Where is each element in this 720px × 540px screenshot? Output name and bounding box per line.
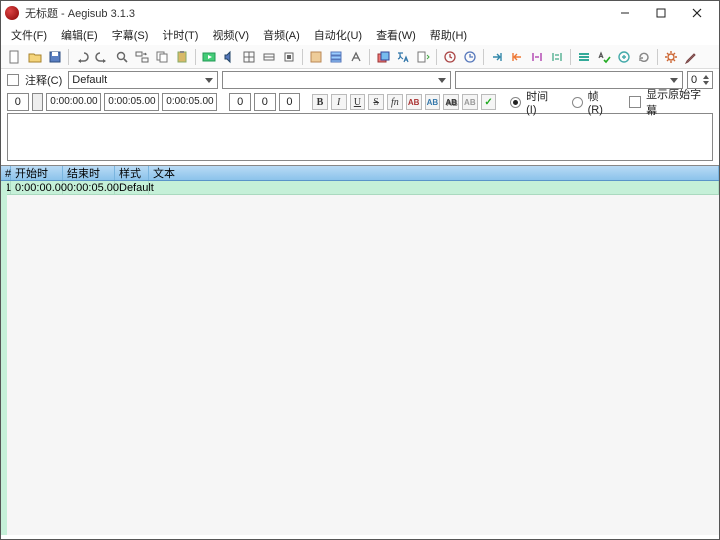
- subtitle-text-input[interactable]: [7, 113, 713, 161]
- paste-icon[interactable]: [173, 48, 191, 66]
- toggle-tags-icon[interactable]: [615, 48, 633, 66]
- open-video-icon[interactable]: [200, 48, 218, 66]
- col-header-text[interactable]: 文本: [149, 166, 719, 180]
- undo-icon[interactable]: [73, 48, 91, 66]
- frame-mode-label: 帧(R): [586, 88, 616, 116]
- margin-left-input[interactable]: 0: [229, 93, 251, 111]
- strike-button[interactable]: S: [368, 94, 384, 110]
- styling-assistant-icon[interactable]: [374, 48, 392, 66]
- spellcheck-icon[interactable]: [595, 48, 613, 66]
- copy-icon[interactable]: [153, 48, 171, 66]
- close-button[interactable]: [679, 1, 715, 25]
- open-file-icon[interactable]: [26, 48, 44, 66]
- edit-row-top: 注释(C) Default 0: [1, 69, 719, 91]
- grid-header: # 开始时间 结束时间 样式 文本: [1, 165, 719, 181]
- italic-button[interactable]: I: [331, 94, 347, 110]
- save-file-icon[interactable]: [46, 48, 64, 66]
- show-original-checkbox[interactable]: [629, 96, 641, 108]
- menu-subtitle[interactable]: 字幕(S): [106, 25, 155, 45]
- window-title: 无标题 - Aegisub 3.1.3: [25, 5, 607, 21]
- margin-right-input[interactable]: 0: [254, 93, 276, 111]
- attachments-icon[interactable]: [280, 48, 298, 66]
- menu-bar: 文件(F) 编辑(E) 字幕(S) 计时(T) 视频(V) 音频(A) 自动化(…: [1, 25, 719, 45]
- frame-mode-radio[interactable]: [572, 97, 583, 108]
- underline-button[interactable]: U: [350, 94, 366, 110]
- effect-combo[interactable]: [455, 71, 683, 89]
- paste-over-icon[interactable]: [414, 48, 432, 66]
- show-original-label: 显示原始字幕: [644, 86, 713, 118]
- minimize-button[interactable]: [607, 1, 643, 25]
- char-count-value: 0: [691, 74, 697, 86]
- open-audio-icon[interactable]: [220, 48, 238, 66]
- cell-text: [149, 181, 719, 194]
- fonts-collector-icon[interactable]: [347, 48, 365, 66]
- time-mode-radio[interactable]: [510, 97, 521, 108]
- shadow-color-button[interactable]: AB: [462, 94, 478, 110]
- col-header-style[interactable]: 样式: [115, 166, 149, 180]
- menu-timing[interactable]: 计时(T): [156, 25, 204, 45]
- grid-row[interactable]: 1 0:00:00.00 0:00:05.00 Default: [1, 181, 719, 195]
- layer-spin[interactable]: [32, 93, 44, 111]
- actor-combo[interactable]: [222, 71, 450, 89]
- new-file-icon[interactable]: [6, 48, 24, 66]
- col-header-end[interactable]: 结束时间: [63, 166, 115, 180]
- jump-back-icon[interactable]: [508, 48, 526, 66]
- assdraw-icon[interactable]: [682, 48, 700, 66]
- subtitle-grid[interactable]: 1 0:00:00.00 0:00:05.00 Default: [1, 181, 719, 535]
- main-toolbar: [1, 45, 719, 69]
- menu-video[interactable]: 视频(V): [206, 25, 255, 45]
- start-time-input[interactable]: 0:00:00.00: [46, 93, 101, 111]
- comment-checkbox[interactable]: [7, 74, 19, 86]
- col-header-start[interactable]: 开始时间: [11, 166, 63, 180]
- maximize-button[interactable]: [643, 1, 679, 25]
- comment-label: 注释(C): [23, 72, 64, 88]
- layer-input[interactable]: 0: [7, 93, 29, 111]
- grid-left-strip: [1, 181, 7, 535]
- margin-vert-input[interactable]: 0: [279, 93, 301, 111]
- cell-end: 0:00:05.00: [63, 181, 115, 194]
- automation-icon[interactable]: [662, 48, 680, 66]
- end-time-input[interactable]: 0:00:05.00: [104, 93, 159, 111]
- cell-style: Default: [115, 181, 149, 194]
- timing-postprocessor-icon[interactable]: [461, 48, 479, 66]
- find-icon[interactable]: [113, 48, 131, 66]
- style-manager-icon[interactable]: [307, 48, 325, 66]
- secondary-color-button[interactable]: AB: [425, 94, 441, 110]
- properties-icon[interactable]: [327, 48, 345, 66]
- edit-row-bottom: 0 0:00:00.00 0:00:05.00 0:00:05.00 0 0 0…: [1, 91, 719, 113]
- snap-start-icon[interactable]: [528, 48, 546, 66]
- select-lines-icon[interactable]: [575, 48, 593, 66]
- menu-edit[interactable]: 编辑(E): [55, 25, 104, 45]
- resample-icon[interactable]: [240, 48, 258, 66]
- title-bar: 无标题 - Aegisub 3.1.3: [1, 1, 719, 25]
- app-icon: [5, 6, 19, 20]
- jump-icon[interactable]: [488, 48, 506, 66]
- font-name-button[interactable]: fn: [387, 94, 403, 110]
- style-combo-value: Default: [72, 74, 107, 86]
- duration-input[interactable]: 0:00:05.00: [162, 93, 217, 111]
- menu-help[interactable]: 帮助(H): [424, 25, 473, 45]
- style-combo[interactable]: Default: [68, 71, 218, 89]
- snap-end-icon[interactable]: [548, 48, 566, 66]
- shift-times-icon[interactable]: [441, 48, 459, 66]
- cycle-tags-icon[interactable]: [635, 48, 653, 66]
- replace-icon[interactable]: [133, 48, 151, 66]
- commit-button[interactable]: ✓: [481, 94, 497, 110]
- menu-view[interactable]: 查看(W): [370, 25, 422, 45]
- translation-assistant-icon[interactable]: [394, 48, 412, 66]
- col-header-num[interactable]: #: [1, 166, 11, 180]
- primary-color-button[interactable]: AB: [406, 94, 422, 110]
- bold-button[interactable]: B: [312, 94, 328, 110]
- char-count-spin[interactable]: 0: [687, 71, 713, 89]
- menu-automation[interactable]: 自动化(U): [308, 25, 368, 45]
- time-mode-label: 时间(I): [524, 88, 560, 116]
- outline-color-button[interactable]: AB: [443, 94, 459, 110]
- redo-icon[interactable]: [93, 48, 111, 66]
- zoom-icon[interactable]: [260, 48, 278, 66]
- menu-file[interactable]: 文件(F): [5, 25, 53, 45]
- menu-audio[interactable]: 音频(A): [257, 25, 306, 45]
- cell-start: 0:00:00.00: [11, 181, 63, 194]
